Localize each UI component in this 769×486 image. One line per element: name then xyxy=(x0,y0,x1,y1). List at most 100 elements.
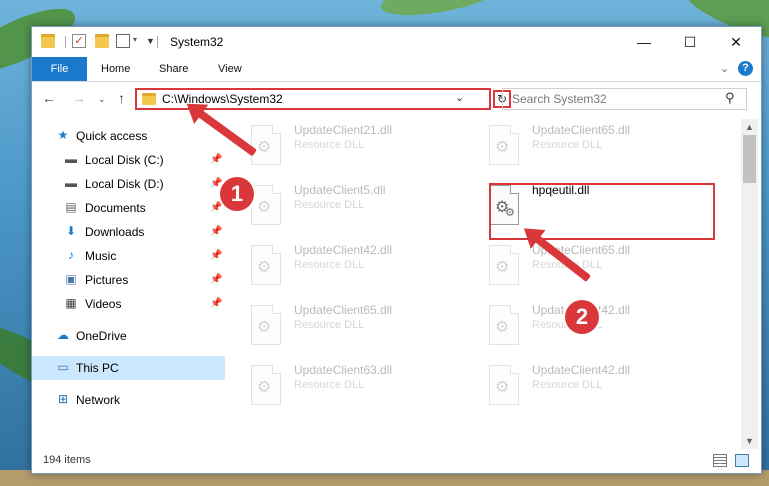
file-name: UpdateClient63.dll xyxy=(294,363,393,377)
file-type: Resource DLL xyxy=(294,259,365,271)
gear-icon: ⚙ xyxy=(257,319,272,336)
help-icon[interactable]: ? xyxy=(738,61,753,76)
tab-share[interactable]: Share xyxy=(159,57,188,81)
sidebar-item-label: Videos xyxy=(85,297,122,311)
close-button[interactable]: ✕ xyxy=(713,27,759,57)
file-name: UpdateClient42.dll xyxy=(294,243,393,257)
file-tile[interactable]: ⚙ UpdateClient63.dll Resource DLL xyxy=(234,361,464,409)
up-arrow-icon[interactable]: ↑ xyxy=(118,90,125,106)
new-folder-icon[interactable] xyxy=(95,34,109,48)
picture-icon: ▣ xyxy=(65,272,77,286)
sidebar-item-label: Music xyxy=(85,249,117,263)
tab-view[interactable]: View xyxy=(218,57,242,81)
file-tile[interactable]: ⚙ UpdateClient5.dll Resource DLL xyxy=(234,181,464,229)
search-icon[interactable]: ⚲ xyxy=(725,90,735,106)
navigation-bar: ← → ⌄ ↑ C:\Windows\System32 ⌄ ↻ Search S… xyxy=(32,82,761,116)
sidebar-item-downloads[interactable]: ⬇ Downloads 📌 xyxy=(32,220,225,244)
customize-toolbar-icon[interactable] xyxy=(116,34,130,48)
file-tile[interactable]: ⚙ UpdateClient65.dll Resource DLL xyxy=(234,301,464,349)
pin-icon[interactable]: 📌 xyxy=(210,202,222,213)
gear-icon: ⚙ xyxy=(257,139,272,156)
music-note-icon: ♪ xyxy=(68,248,74,262)
chevron-down-icon[interactable]: ⌄ xyxy=(455,91,464,104)
file-name: UpdateClient65.dll xyxy=(294,303,393,317)
file-tile[interactable]: ⚙ UpdateClient21.dll Resource DLL xyxy=(234,121,464,169)
sidebar-item-local-disk-c[interactable]: ▬ Local Disk (C:) 📌 xyxy=(32,148,225,172)
pin-icon[interactable]: 📌 xyxy=(210,298,222,309)
sidebar-item-label: Pictures xyxy=(85,273,129,287)
drive-icon: ▬ xyxy=(65,176,77,190)
back-arrow-icon[interactable]: ← xyxy=(42,90,56,106)
file-type: Resource DLL xyxy=(294,139,365,151)
sidebar-item-music[interactable]: ♪ Music 📌 xyxy=(32,244,225,268)
computer-icon: ▭ xyxy=(57,360,69,374)
file-tile[interactable]: ⚙ UpdateClient42.dll Resource DLL xyxy=(472,361,702,409)
sidebar-item-pictures[interactable]: ▣ Pictures 📌 xyxy=(32,268,225,292)
sidebar-item-local-disk-d[interactable]: ▬ Local Disk (D:) 📌 xyxy=(32,172,225,196)
pin-icon[interactable]: 📌 xyxy=(210,274,222,285)
details-view-icon[interactable] xyxy=(713,454,727,467)
tab-home[interactable]: Home xyxy=(101,57,130,81)
sidebar-item-this-pc[interactable]: ▭ This PC xyxy=(32,356,225,380)
scroll-down-icon[interactable]: ▼ xyxy=(741,433,758,449)
scroll-up-icon[interactable]: ▲ xyxy=(741,119,758,135)
sidebar-item-onedrive[interactable]: ☁ OneDrive xyxy=(32,324,225,348)
pin-icon[interactable]: 📌 xyxy=(210,226,222,237)
sidebar-item-videos[interactable]: ▦ Videos 📌 xyxy=(32,292,225,316)
divider xyxy=(157,36,158,48)
scroll-thumb[interactable] xyxy=(743,135,756,183)
sidebar-item-quick-access[interactable]: ★ Quick access xyxy=(32,124,225,148)
expand-ribbon-icon[interactable]: ⌄ xyxy=(720,62,729,75)
search-input[interactable]: Search System32 ⚲ xyxy=(502,88,747,110)
window-title: System32 xyxy=(170,35,224,49)
sidebar-item-label: Quick access xyxy=(76,129,148,143)
minimize-button[interactable]: — xyxy=(621,27,667,57)
dll-file-icon: ⚙ xyxy=(489,125,519,165)
tab-file[interactable]: File xyxy=(32,57,87,81)
chevron-down-icon[interactable]: ▾ xyxy=(133,35,137,44)
pin-icon[interactable]: 📌 xyxy=(210,154,222,165)
vertical-scrollbar[interactable]: ▲ ▼ xyxy=(741,119,758,449)
sidebar-item-label: This PC xyxy=(76,361,119,375)
file-tile[interactable]: ⚙ UpdateClient65.dll Resource DLL xyxy=(472,121,702,169)
sidebar-item-label: Local Disk (D:) xyxy=(85,177,164,191)
file-type: Resource DLL xyxy=(294,379,365,391)
dll-file-icon: ⚙ xyxy=(489,245,519,285)
gear-icon: ⚙ xyxy=(495,259,510,276)
sidebar-item-documents[interactable]: ▤ Documents 📌 xyxy=(32,196,225,220)
navigation-pane: ★ Quick access ▬ Local Disk (C:) 📌 ▬ Loc… xyxy=(32,119,225,449)
forward-arrow-icon[interactable]: → xyxy=(72,90,86,106)
file-type: Resource DLL xyxy=(294,199,365,211)
file-tile[interactable]: ⚙ UpdateClient42.dll Resource DLL xyxy=(234,241,464,289)
search-placeholder: Search System32 xyxy=(512,92,607,106)
dll-file-icon: ⚙ xyxy=(251,305,281,345)
tiles-view-icon[interactable] xyxy=(735,454,749,467)
divider xyxy=(65,36,66,48)
dll-file-icon: ⚙ xyxy=(251,245,281,285)
sidebar-item-network[interactable]: ⊞ Network xyxy=(32,388,225,412)
file-tile[interactable]: ⚙ UpdateClient65.dll Resource DLL xyxy=(472,241,702,289)
file-name: UpdateClient65.dll xyxy=(532,123,631,137)
gear-icon: ⚙ xyxy=(257,199,272,216)
sidebar-item-label: Network xyxy=(76,393,121,407)
file-list: ⚙ UpdateClient21.dll Resource DLL ⚙ Upda… xyxy=(229,119,741,449)
dll-file-icon: ⚙ xyxy=(251,365,281,405)
quick-access-dropdown-icon[interactable]: ▼ xyxy=(146,36,155,46)
background-leaf xyxy=(378,0,502,23)
file-explorer-window: ✓ ▾ ▼ System32 — ☐ ✕ File Home Share Vie… xyxy=(31,26,762,474)
maximize-button[interactable]: ☐ xyxy=(667,27,713,57)
address-path[interactable]: C:\Windows\System32 xyxy=(162,92,283,106)
file-type: Resource DLL xyxy=(532,139,603,151)
star-icon: ★ xyxy=(57,128,69,142)
cloud-icon: ☁ xyxy=(57,328,69,342)
properties-check-icon[interactable]: ✓ xyxy=(72,34,86,48)
sidebar-item-label: Documents xyxy=(85,201,146,215)
step-badge-2: 2 xyxy=(565,300,599,334)
folder-icon xyxy=(142,93,156,105)
pin-icon[interactable]: 📌 xyxy=(210,250,222,261)
recent-locations-icon[interactable]: ⌄ xyxy=(98,94,106,105)
folder-icon xyxy=(41,34,55,48)
file-name: UpdateClient42.dll xyxy=(532,363,631,377)
sidebar-item-label: OneDrive xyxy=(76,329,127,343)
film-icon: ▦ xyxy=(65,296,77,310)
